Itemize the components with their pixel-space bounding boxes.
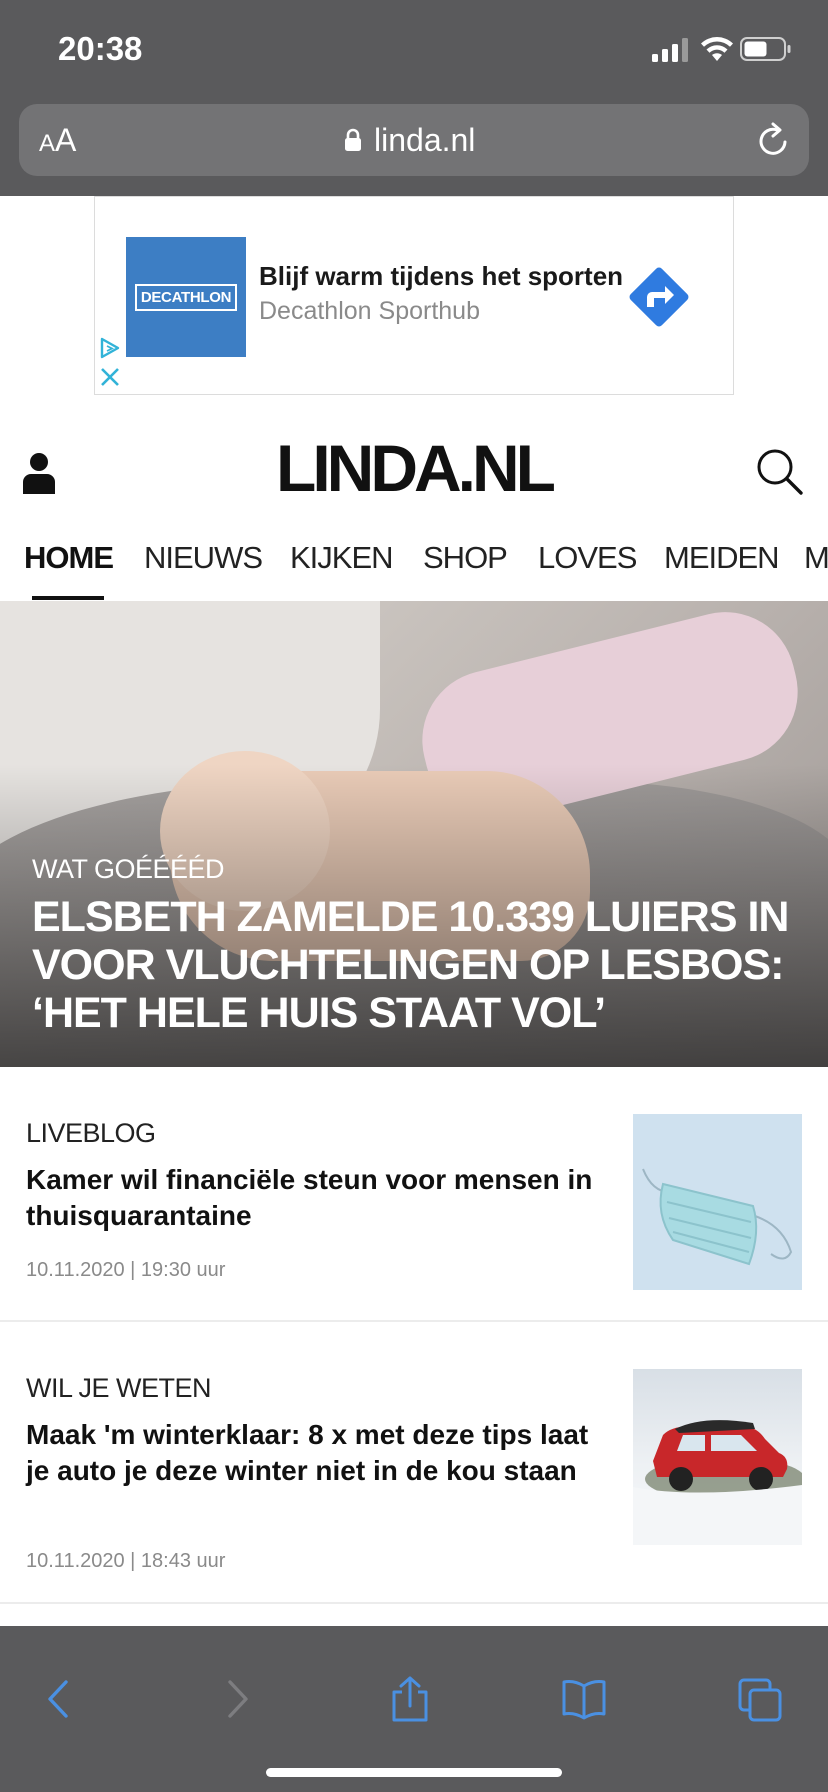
hero-article[interactable]: WAT GOÉÉÉÉD ELSBETH ZAMELDE 10.339 LUIER… — [0, 601, 828, 1067]
address-bar[interactable]: AA linda.nl — [19, 104, 809, 176]
red-car-image — [633, 1420, 802, 1545]
article-date: 10.11.2020 | 19:30 uur — [26, 1259, 226, 1281]
hero-kicker: WAT GOÉÉÉÉD — [32, 854, 225, 884]
home-indicator[interactable] — [266, 1768, 562, 1777]
tabs-icon[interactable] — [738, 1676, 782, 1722]
search-icon[interactable] — [754, 446, 804, 496]
lock-icon — [345, 128, 361, 151]
article-kicker: LIVEBLOG — [26, 1118, 156, 1148]
text-size-small-label: A — [39, 130, 56, 157]
reload-icon[interactable] — [757, 122, 791, 158]
nav-item-nieuws[interactable]: NIEUWS — [144, 540, 263, 576]
nav-item-meiden[interactable]: MEIDEN — [664, 540, 780, 576]
nav-item-shop[interactable]: SHOP — [423, 540, 508, 576]
bookmarks-icon[interactable] — [562, 1676, 606, 1722]
article-item[interactable]: LIVEBLOG Kamer wil financiële steun voor… — [0, 1067, 828, 1322]
hero-title[interactable]: ELSBETH ZAMELDE 10.339 LUIERS IN VOOR VL… — [32, 893, 812, 1037]
ad-close-icon[interactable] — [100, 367, 120, 387]
forward-icon[interactable] — [214, 1676, 258, 1722]
back-icon[interactable] — [38, 1676, 82, 1722]
ad-banner[interactable]: DECATHLON Blijf warm tijdens het sporten… — [94, 196, 734, 395]
article-date: 10.11.2020 | 18:43 uur — [26, 1550, 226, 1572]
share-icon[interactable] — [388, 1676, 432, 1722]
browser-address-area: AA linda.nl — [0, 96, 828, 196]
article-thumbnail[interactable] — [633, 1114, 802, 1290]
url-text: linda.nl — [374, 121, 476, 158]
article-thumbnail[interactable] — [633, 1369, 802, 1545]
ad-choices-icon[interactable] — [99, 337, 121, 359]
article-title[interactable]: Maak 'm winterklaar: 8 x met deze tips l… — [26, 1417, 616, 1489]
cellular-signal-icon — [652, 38, 688, 62]
ad-directions-icon[interactable] — [623, 261, 695, 333]
url-display[interactable]: linda.nl — [344, 120, 475, 160]
wifi-icon — [701, 37, 733, 61]
ad-brand-label: DECATHLON — [134, 283, 238, 311]
nav-item-more[interactable]: M — [804, 540, 828, 576]
face-mask-image — [642, 1168, 793, 1266]
battery-icon — [740, 37, 791, 61]
article-item[interactable]: WIL JE WETEN Maak 'm winterklaar: 8 x me… — [0, 1322, 828, 1604]
article-title[interactable]: Kamer wil financiële steun voor mensen i… — [26, 1162, 616, 1234]
status-time: 20:38 — [58, 30, 143, 67]
text-size-button[interactable]: AA — [39, 122, 76, 159]
text-size-large-label: A — [55, 122, 77, 158]
nav-item-kijken[interactable]: KIJKEN — [290, 540, 394, 576]
site-logo[interactable]: LINDA.NL — [0, 430, 828, 506]
main-nav: HOME NIEUWS KIJKEN SHOP LOVES MEIDEN M — [0, 540, 828, 600]
nav-item-loves[interactable]: LOVES — [538, 540, 637, 576]
decathlon-logo: DECATHLON — [126, 237, 246, 357]
ad-subtitle: Decathlon Sporthub — [259, 297, 480, 325]
nav-item-home[interactable]: HOME — [24, 540, 114, 576]
ad-title[interactable]: Blijf warm tijdens het sporten — [259, 261, 623, 292]
article-kicker: WIL JE WETEN — [26, 1373, 212, 1403]
nav-active-indicator — [32, 596, 104, 600]
status-bar: 20:38 — [0, 0, 828, 96]
screen: 20:38 AA linda.nl DECATHLON Blijf warm t… — [0, 0, 828, 1792]
